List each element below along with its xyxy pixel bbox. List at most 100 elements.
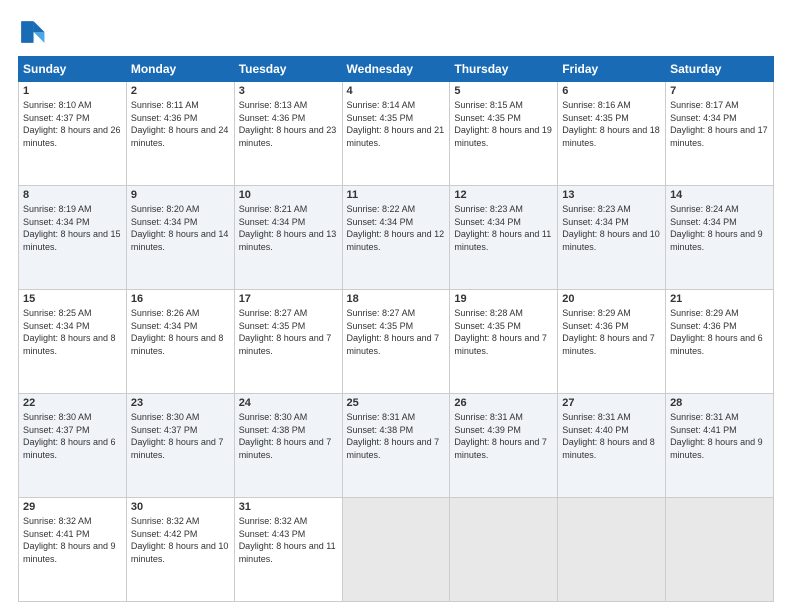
calendar-cell: 10Sunrise: 8:21 AMSunset: 4:34 PMDayligh… <box>234 186 342 290</box>
calendar-week-row: 29 Sunrise: 8:32 AMSunset: 4:41 PMDayligh… <box>19 498 774 602</box>
day-number: 5 <box>454 85 553 97</box>
day-info: Sunrise: 8:11 AMSunset: 4:36 PMDaylight:… <box>131 99 230 149</box>
day-number: 14 <box>670 189 769 201</box>
calendar-cell: 9 Sunrise: 8:20 AMSunset: 4:34 PMDaylight… <box>126 186 234 290</box>
header <box>18 18 774 46</box>
calendar-cell: 25Sunrise: 8:31 AMSunset: 4:38 PMDayligh… <box>342 394 450 498</box>
calendar-cell <box>342 498 450 602</box>
day-info: Sunrise: 8:15 AMSunset: 4:35 PMDaylight:… <box>454 99 553 149</box>
day-info: Sunrise: 8:30 AMSunset: 4:38 PMDaylight:… <box>239 411 338 461</box>
calendar-cell: 31 Sunrise: 8:32 AMSunset: 4:43 PMDayligh… <box>234 498 342 602</box>
day-info: Sunrise: 8:14 AMSunset: 4:35 PMDaylight:… <box>347 99 446 149</box>
calendar-cell: 17 Sunrise: 8:27 AMSunset: 4:35 PMDayligh… <box>234 290 342 394</box>
day-info: Sunrise: 8:22 AMSunset: 4:34 PMDaylight:… <box>347 203 446 253</box>
calendar-week-row: 22 Sunrise: 8:30 AMSunset: 4:37 PMDayligh… <box>19 394 774 498</box>
day-info: Sunrise: 8:32 AMSunset: 4:41 PMDaylight:… <box>23 515 122 565</box>
day-number: 17 <box>239 293 338 305</box>
day-number: 8 <box>23 189 122 201</box>
calendar-cell: 20Sunrise: 8:29 AMSunset: 4:36 PMDayligh… <box>558 290 666 394</box>
calendar-cell: 5 Sunrise: 8:15 AMSunset: 4:35 PMDaylight… <box>450 82 558 186</box>
calendar-cell: 18 Sunrise: 8:27 AMSunset: 4:35 PMDayligh… <box>342 290 450 394</box>
day-number: 26 <box>454 397 553 409</box>
calendar-cell: 6 Sunrise: 8:16 AMSunset: 4:35 PMDaylight… <box>558 82 666 186</box>
day-number: 3 <box>239 85 338 97</box>
logo <box>18 18 50 46</box>
calendar-cell: 15 Sunrise: 8:25 AMSunset: 4:34 PMDayligh… <box>19 290 127 394</box>
calendar-cell <box>450 498 558 602</box>
day-number: 22 <box>23 397 122 409</box>
day-info: Sunrise: 8:23 AMSunset: 4:34 PMDaylight:… <box>562 203 661 253</box>
day-number: 11 <box>347 189 446 201</box>
calendar-cell: 2 Sunrise: 8:11 AMSunset: 4:36 PMDaylight… <box>126 82 234 186</box>
day-info: Sunrise: 8:31 AMSunset: 4:41 PMDaylight:… <box>670 411 769 461</box>
day-number: 7 <box>670 85 769 97</box>
day-number: 13 <box>562 189 661 201</box>
calendar-cell: 12 Sunrise: 8:23 AMSunset: 4:34 PMDayligh… <box>450 186 558 290</box>
day-number: 6 <box>562 85 661 97</box>
calendar-cell: 13 Sunrise: 8:23 AMSunset: 4:34 PMDayligh… <box>558 186 666 290</box>
day-info: Sunrise: 8:28 AMSunset: 4:35 PMDaylight:… <box>454 307 553 357</box>
day-info: Sunrise: 8:24 AMSunset: 4:34 PMDaylight:… <box>670 203 769 253</box>
day-info: Sunrise: 8:10 AMSunset: 4:37 PMDaylight:… <box>23 99 122 149</box>
calendar-cell: 1 Sunrise: 8:10 AMSunset: 4:37 PMDaylight… <box>19 82 127 186</box>
calendar-cell: 16 Sunrise: 8:26 AMSunset: 4:34 PMDayligh… <box>126 290 234 394</box>
calendar-cell: 29 Sunrise: 8:32 AMSunset: 4:41 PMDayligh… <box>19 498 127 602</box>
calendar-cell: 22 Sunrise: 8:30 AMSunset: 4:37 PMDayligh… <box>19 394 127 498</box>
calendar-cell: 21Sunrise: 8:29 AMSunset: 4:36 PMDayligh… <box>666 290 774 394</box>
calendar-cell: 19 Sunrise: 8:28 AMSunset: 4:35 PMDayligh… <box>450 290 558 394</box>
day-number: 2 <box>131 85 230 97</box>
day-number: 15 <box>23 293 122 305</box>
calendar-cell <box>666 498 774 602</box>
calendar-cell: 30Sunrise: 8:32 AMSunset: 4:42 PMDayligh… <box>126 498 234 602</box>
weekday-header-tuesday: Tuesday <box>234 57 342 82</box>
day-number: 1 <box>23 85 122 97</box>
day-number: 4 <box>347 85 446 97</box>
day-number: 9 <box>131 189 230 201</box>
weekday-header-saturday: Saturday <box>666 57 774 82</box>
day-number: 24 <box>239 397 338 409</box>
day-number: 21 <box>670 293 769 305</box>
day-info: Sunrise: 8:30 AMSunset: 4:37 PMDaylight:… <box>131 411 230 461</box>
day-number: 12 <box>454 189 553 201</box>
day-number: 10 <box>239 189 338 201</box>
day-number: 18 <box>347 293 446 305</box>
day-number: 16 <box>131 293 230 305</box>
day-info: Sunrise: 8:23 AMSunset: 4:34 PMDaylight:… <box>454 203 553 253</box>
calendar-week-row: 1 Sunrise: 8:10 AMSunset: 4:37 PMDaylight… <box>19 82 774 186</box>
weekday-header-friday: Friday <box>558 57 666 82</box>
page: SundayMondayTuesdayWednesdayThursdayFrid… <box>0 0 792 612</box>
day-info: Sunrise: 8:31 AMSunset: 4:40 PMDaylight:… <box>562 411 661 461</box>
day-number: 19 <box>454 293 553 305</box>
day-number: 31 <box>239 501 338 513</box>
weekday-header-row: SundayMondayTuesdayWednesdayThursdayFrid… <box>19 57 774 82</box>
day-number: 30 <box>131 501 230 513</box>
weekday-header-sunday: Sunday <box>19 57 127 82</box>
calendar-cell: 8 Sunrise: 8:19 AMSunset: 4:34 PMDaylight… <box>19 186 127 290</box>
day-number: 23 <box>131 397 230 409</box>
day-info: Sunrise: 8:20 AMSunset: 4:34 PMDaylight:… <box>131 203 230 253</box>
calendar-table: SundayMondayTuesdayWednesdayThursdayFrid… <box>18 56 774 602</box>
day-info: Sunrise: 8:19 AMSunset: 4:34 PMDaylight:… <box>23 203 122 253</box>
calendar-cell: 24 Sunrise: 8:30 AMSunset: 4:38 PMDayligh… <box>234 394 342 498</box>
day-info: Sunrise: 8:13 AMSunset: 4:36 PMDaylight:… <box>239 99 338 149</box>
weekday-header-thursday: Thursday <box>450 57 558 82</box>
day-info: Sunrise: 8:32 AMSunset: 4:43 PMDaylight:… <box>239 515 338 565</box>
day-info: Sunrise: 8:27 AMSunset: 4:35 PMDaylight:… <box>347 307 446 357</box>
calendar-cell: 28Sunrise: 8:31 AMSunset: 4:41 PMDayligh… <box>666 394 774 498</box>
calendar-cell: 3 Sunrise: 8:13 AMSunset: 4:36 PMDaylight… <box>234 82 342 186</box>
calendar-week-row: 8 Sunrise: 8:19 AMSunset: 4:34 PMDaylight… <box>19 186 774 290</box>
calendar-cell <box>558 498 666 602</box>
calendar-cell: 4 Sunrise: 8:14 AMSunset: 4:35 PMDaylight… <box>342 82 450 186</box>
day-info: Sunrise: 8:27 AMSunset: 4:35 PMDaylight:… <box>239 307 338 357</box>
day-info: Sunrise: 8:16 AMSunset: 4:35 PMDaylight:… <box>562 99 661 149</box>
calendar-cell: 27Sunrise: 8:31 AMSunset: 4:40 PMDayligh… <box>558 394 666 498</box>
calendar-week-row: 15 Sunrise: 8:25 AMSunset: 4:34 PMDayligh… <box>19 290 774 394</box>
day-number: 29 <box>23 501 122 513</box>
day-info: Sunrise: 8:26 AMSunset: 4:34 PMDaylight:… <box>131 307 230 357</box>
day-info: Sunrise: 8:30 AMSunset: 4:37 PMDaylight:… <box>23 411 122 461</box>
weekday-header-monday: Monday <box>126 57 234 82</box>
day-info: Sunrise: 8:25 AMSunset: 4:34 PMDaylight:… <box>23 307 122 357</box>
calendar-cell: 23 Sunrise: 8:30 AMSunset: 4:37 PMDayligh… <box>126 394 234 498</box>
day-info: Sunrise: 8:31 AMSunset: 4:39 PMDaylight:… <box>454 411 553 461</box>
calendar-cell: 11 Sunrise: 8:22 AMSunset: 4:34 PMDayligh… <box>342 186 450 290</box>
